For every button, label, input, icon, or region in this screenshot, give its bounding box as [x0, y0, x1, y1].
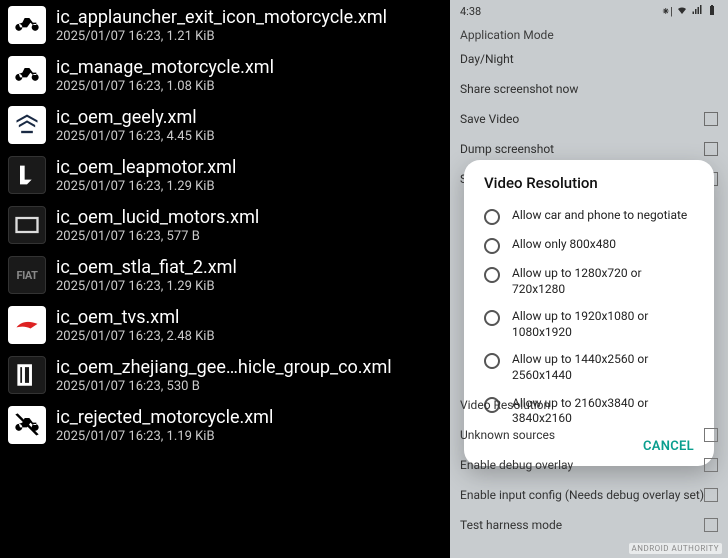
radio-option[interactable]: Allow up to 1920x1080 or 1080x1920 [474, 303, 704, 346]
file-item[interactable]: ic_oem_lucid_motors.xml2025/01/07 16:23,… [0, 200, 450, 250]
file-name: ic_oem_tvs.xml [56, 307, 215, 328]
radio-option[interactable]: Allow up to 1280x720 or 720x1280 [474, 260, 704, 303]
file-icon [8, 406, 46, 444]
file-name: ic_applauncher_exit_icon_motorcycle.xml [56, 7, 387, 28]
file-list: ic_applauncher_exit_icon_motorcycle.xml2… [0, 0, 450, 558]
file-item[interactable]: ic_oem_leapmotor.xml2025/01/07 16:23, 1.… [0, 150, 450, 200]
file-info: ic_oem_lucid_motors.xml2025/01/07 16:23,… [56, 207, 259, 244]
radio-icon [484, 353, 500, 369]
setting-row[interactable]: Unknown sources [450, 420, 728, 450]
file-meta: 2025/01/07 16:23, 2.48 KiB [56, 329, 215, 344]
file-item[interactable]: ic_oem_tvs.xml2025/01/07 16:23, 2.48 KiB [0, 300, 450, 350]
checkbox[interactable] [704, 458, 718, 472]
setting-row[interactable]: Video Resolution [450, 390, 728, 420]
file-name: ic_oem_zhejiang_gee…hicle_group_co.xml [56, 357, 392, 378]
radio-option[interactable]: Allow up to 1440x2560 or 2560x1440 [474, 346, 704, 389]
file-info: ic_oem_zhejiang_gee…hicle_group_co.xml20… [56, 357, 392, 394]
setting-row[interactable]: Enable input config (Needs debug overlay… [450, 480, 728, 510]
radio-option[interactable]: Allow car and phone to negotiate [474, 202, 704, 231]
file-icon [8, 106, 46, 144]
radio-icon [484, 267, 500, 283]
radio-label: Allow up to 1920x1080 or 1080x1920 [512, 309, 694, 340]
file-info: ic_applauncher_exit_icon_motorcycle.xml2… [56, 7, 387, 44]
file-name: ic_oem_lucid_motors.xml [56, 207, 259, 228]
file-icon: FIAT [8, 256, 46, 294]
watermark: ANDROID AUTHORITY [629, 543, 722, 554]
checkbox[interactable] [704, 488, 718, 502]
checkbox[interactable] [704, 428, 718, 442]
file-meta: 2025/01/07 16:23, 530 B [56, 379, 392, 394]
radio-icon [484, 209, 500, 225]
radio-label: Allow up to 1440x2560 or 2560x1440 [512, 352, 694, 383]
file-info: ic_oem_leapmotor.xml2025/01/07 16:23, 1.… [56, 157, 236, 194]
file-meta: 2025/01/07 16:23, 1.29 KiB [56, 279, 237, 294]
file-icon [8, 56, 46, 94]
file-name: ic_oem_stla_fiat_2.xml [56, 257, 237, 278]
file-meta: 2025/01/07 16:23, 1.21 KiB [56, 29, 387, 44]
file-item[interactable]: ic_manage_motorcycle.xml2025/01/07 16:23… [0, 50, 450, 100]
radio-icon [484, 238, 500, 254]
file-name: ic_manage_motorcycle.xml [56, 57, 274, 78]
file-icon [8, 156, 46, 194]
checkbox[interactable] [704, 518, 718, 532]
setting-label: Test harness mode [460, 518, 562, 532]
phone-screenshot: 4:38 ⁕| Application Mode Day/NightShare … [450, 0, 728, 558]
file-item[interactable]: ic_oem_zhejiang_gee…hicle_group_co.xml20… [0, 350, 450, 400]
radio-label: Allow up to 1280x720 or 720x1280 [512, 266, 694, 297]
file-info: ic_oem_geely.xml2025/01/07 16:23, 4.45 K… [56, 107, 215, 144]
file-info: ic_oem_tvs.xml2025/01/07 16:23, 2.48 KiB [56, 307, 215, 344]
file-meta: 2025/01/07 16:23, 1.08 KiB [56, 79, 274, 94]
file-icon [8, 6, 46, 44]
file-icon [8, 356, 46, 394]
file-meta: 2025/01/07 16:23, 1.19 KiB [56, 429, 273, 444]
radio-icon [484, 310, 500, 326]
file-info: ic_oem_stla_fiat_2.xml2025/01/07 16:23, … [56, 257, 237, 294]
radio-option[interactable]: Allow only 800x480 [474, 231, 704, 260]
file-info: ic_manage_motorcycle.xml2025/01/07 16:23… [56, 57, 274, 94]
file-item[interactable]: ic_applauncher_exit_icon_motorcycle.xml2… [0, 0, 450, 50]
file-meta: 2025/01/07 16:23, 577 B [56, 229, 259, 244]
file-name: ic_oem_geely.xml [56, 107, 215, 128]
setting-row[interactable]: Test harness mode [450, 510, 728, 540]
setting-label: Unknown sources [460, 428, 555, 442]
file-info: ic_rejected_motorcycle.xml2025/01/07 16:… [56, 407, 273, 444]
radio-label: Allow car and phone to negotiate [512, 208, 687, 224]
setting-label: Video Resolution [460, 398, 550, 412]
radio-label: Allow only 800x480 [512, 237, 616, 253]
file-item[interactable]: ic_oem_geely.xml2025/01/07 16:23, 4.45 K… [0, 100, 450, 150]
setting-label: Enable input config (Needs debug overlay… [460, 488, 704, 502]
file-icon [8, 206, 46, 244]
file-item[interactable]: FIAT ic_oem_stla_fiat_2.xml2025/01/07 16:… [0, 250, 450, 300]
setting-row[interactable]: Enable debug overlay [450, 450, 728, 480]
file-icon [8, 306, 46, 344]
file-meta: 2025/01/07 16:23, 4.45 KiB [56, 129, 215, 144]
dialog-title: Video Resolution [474, 174, 704, 202]
file-name: ic_rejected_motorcycle.xml [56, 407, 273, 428]
file-name: ic_oem_leapmotor.xml [56, 157, 236, 178]
setting-label: Enable debug overlay [460, 458, 573, 472]
file-meta: 2025/01/07 16:23, 1.29 KiB [56, 179, 236, 194]
file-item[interactable]: ic_rejected_motorcycle.xml2025/01/07 16:… [0, 400, 450, 450]
